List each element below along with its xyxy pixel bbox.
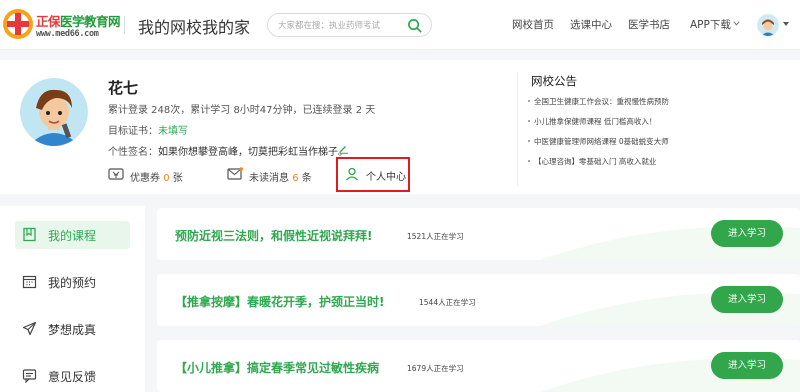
coupon-label: 优惠券 <box>130 173 160 184</box>
coupon-count: 0 <box>163 173 170 184</box>
signature: 个性签名：如果你想攀登高峰，切莫把彩虹当作梯子。 <box>108 143 348 158</box>
nav-course-center[interactable]: 选课中心 <box>570 17 612 32</box>
goal-fill-link[interactable]: 未填写 <box>158 126 188 137</box>
course-card: 【小儿推拿】搞定春季常见过敏性疾病 1679人正在学习 进入学习 <box>157 340 800 392</box>
unread-label: 未读消息 <box>249 173 289 184</box>
coupon-unit: 张 <box>172 173 183 184</box>
notice-title: 网校公告 <box>531 74 577 88</box>
sidebar-item-label: 我的预约 <box>48 276 97 290</box>
paper-plane-icon <box>22 321 37 336</box>
nav-home[interactable]: 网校首页 <box>512 17 554 32</box>
target-certificate: 目标证书：未填写 <box>108 122 188 137</box>
edit-pencil-icon[interactable] <box>339 144 349 154</box>
course-title[interactable]: 【小儿推拿】搞定春季常见过敏性疾病 <box>175 359 379 376</box>
sidebar-item-feedback[interactable]: 意见反馈 <box>15 362 130 390</box>
unread-count: 6 <box>292 173 299 184</box>
sidebar-item-label: 梦想成真 <box>48 323 97 337</box>
site-logo[interactable]: 正保医学教育网 www.med66.com <box>0 6 121 44</box>
sidebar-item-label: 意见反馈 <box>48 370 97 384</box>
enter-study-button[interactable]: 进入学习 <box>711 352 783 379</box>
user-avatar <box>20 78 88 146</box>
user-center-button[interactable]: 个人中心 <box>336 157 410 192</box>
course-card: 【推拿按摩】春暖花开季，护颈正当时! 1544人正在学习 进入学习 <box>157 274 800 326</box>
user-name: 花七 <box>108 79 139 97</box>
header-divider <box>124 16 125 34</box>
enter-study-button[interactable]: 进入学习 <box>711 286 783 313</box>
sign-value: 如果你想攀登高峰，切莫把彩虹当作梯子。 <box>158 147 348 158</box>
course-learners: 1679人正在学习 <box>407 364 464 373</box>
search-input[interactable] <box>278 18 403 33</box>
search-box <box>267 13 432 37</box>
logo-brand-b: 医学教育网 <box>60 14 121 29</box>
notice-divider <box>517 72 518 186</box>
enter-study-button[interactable]: 进入学习 <box>711 220 783 247</box>
coupon-icon <box>108 168 124 180</box>
logo-brand-a: 正保 <box>36 14 61 29</box>
user-avatar-small[interactable] <box>757 14 779 36</box>
course-learners: 1544人正在学习 <box>419 298 476 307</box>
sidebar-item-my-courses[interactable]: 我的课程 <box>15 221 130 249</box>
cartoon-avatar-icon <box>20 78 88 146</box>
feedback-icon <box>22 369 37 383</box>
nav-app-download[interactable]: APP下载 <box>690 17 731 32</box>
sidebar: 我的课程 我的预约 梦想成真 意见反馈 <box>0 206 145 392</box>
logo-mark-icon <box>3 9 33 39</box>
bookmark-icon <box>23 227 36 242</box>
calendar-icon <box>22 275 37 289</box>
course-card: 预防近视三法则，和假性近视说拜拜! 1521人正在学习 进入学习 <box>157 208 800 260</box>
learning-stats: 累计登录 248次，累计学习 8小时47分钟，已连续登录 2 天 <box>108 105 376 116</box>
sidebar-item-label: 我的课程 <box>48 229 97 243</box>
logo-url: www.med66.com <box>36 29 99 39</box>
notice-item[interactable]: 中医健康管理师网络课程 0基础蜕变大师 <box>528 136 669 147</box>
unread-messages[interactable]: 未读消息 6 条 <box>249 169 312 184</box>
course-learners: 1521人正在学习 <box>407 232 464 241</box>
logo-text: 正保医学教育网 <box>36 11 121 30</box>
unread-unit: 条 <box>301 173 312 184</box>
top-header: 正保医学教育网 www.med66.com 我的网校我的家 网校首页 选课中心 … <box>0 0 800 50</box>
goal-label: 目标证书： <box>108 126 158 137</box>
avatar-dropdown-caret-icon[interactable] <box>783 22 789 26</box>
sidebar-item-dreams[interactable]: 梦想成真 <box>15 315 130 343</box>
profile-card: 花七 累计登录 248次，累计学习 8小时47分钟，已连续登录 2 天 目标证书… <box>0 60 800 194</box>
course-title[interactable]: 预防近视三法则，和假性近视说拜拜! <box>175 227 372 244</box>
avatar-icon <box>757 14 779 36</box>
nav-bookstore[interactable]: 医学书店 <box>628 17 670 32</box>
user-center-label: 个人中心 <box>366 172 406 183</box>
site-title: 我的网校我的家 <box>138 18 251 37</box>
chevron-down-icon[interactable] <box>732 19 741 28</box>
notice-item[interactable]: 小儿推拿保健师课程 低门槛高收入！ <box>527 116 656 127</box>
user-icon <box>346 167 358 181</box>
course-title[interactable]: 【推拿按摩】春暖花开季，护颈正当时! <box>175 293 384 310</box>
notice-item[interactable]: 全国卫生健康工作会议：重视慢性病预防 <box>528 96 669 107</box>
search-icon[interactable] <box>407 18 422 33</box>
sign-label: 个性签名： <box>108 147 158 158</box>
sidebar-item-appointments[interactable]: 我的预约 <box>15 268 130 296</box>
notice-item[interactable]: 【心理咨询】零基础入门 高收入就业 <box>527 156 656 167</box>
mail-icon <box>227 167 243 180</box>
coupon-info[interactable]: 优惠券 0 张 <box>130 169 183 184</box>
